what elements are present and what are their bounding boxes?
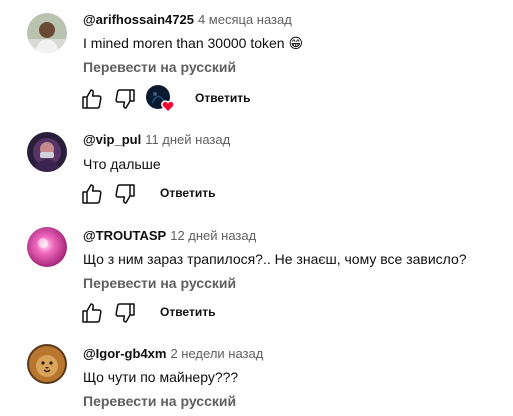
comment-header: @TROUTASP 12 дней назад xyxy=(83,228,256,243)
comment-text: Що з ним зараз трапилося?.. Не знаєш, чо… xyxy=(83,251,467,267)
translate-button[interactable]: Перевести на русский xyxy=(83,393,236,409)
reply-button[interactable]: Ответить xyxy=(195,91,250,105)
comment-text: I mined moren than 30000 token 😁 xyxy=(83,35,303,52)
avatar[interactable] xyxy=(27,13,67,53)
creator-heart-icon xyxy=(146,85,175,114)
timestamp[interactable]: 12 дней назад xyxy=(170,228,256,243)
dislike-button[interactable] xyxy=(113,87,137,111)
thumb-up-icon xyxy=(82,89,102,109)
timestamp[interactable]: 2 недели назад xyxy=(170,346,263,361)
translate-button[interactable]: Перевести на русский xyxy=(83,275,236,291)
thumb-down-icon xyxy=(115,89,135,109)
author-name[interactable]: @TROUTASP xyxy=(83,228,166,243)
creator-heart[interactable] xyxy=(146,85,176,114)
timestamp[interactable]: 11 дней назад xyxy=(145,132,230,147)
thumb-up-icon xyxy=(82,303,102,323)
comment-text-body: I mined moren than 30000 token xyxy=(83,35,285,51)
timestamp[interactable]: 4 месяца назад xyxy=(198,12,292,27)
comment-header: @arifhossain4725 4 месяца назад xyxy=(83,12,292,27)
comment-header: @vip_pul 11 дней назад xyxy=(83,132,230,147)
author-name[interactable]: @arifhossain4725 xyxy=(83,12,194,27)
author-name[interactable]: @Igor-gb4xm xyxy=(83,346,166,361)
like-button[interactable] xyxy=(80,182,104,206)
avatar[interactable] xyxy=(27,132,67,172)
translate-button[interactable]: Перевести на русский xyxy=(83,59,236,75)
avatar[interactable] xyxy=(27,344,67,384)
dislike-button[interactable] xyxy=(113,301,137,325)
emoji-icon: 😁 xyxy=(288,35,304,51)
comment-text: Що чути по майнеру??? xyxy=(83,369,239,385)
comment-header: @Igor-gb4xm 2 недели назад xyxy=(83,346,263,361)
comment-text: Что дальше xyxy=(83,156,161,172)
like-button[interactable] xyxy=(80,87,104,111)
thumb-down-icon xyxy=(115,303,135,323)
reply-button[interactable]: Ответить xyxy=(160,305,215,319)
reply-button[interactable]: Ответить xyxy=(160,186,215,200)
author-name[interactable]: @vip_pul xyxy=(83,132,141,147)
like-button[interactable] xyxy=(80,301,104,325)
thumb-up-icon xyxy=(82,184,102,204)
thumb-down-icon xyxy=(115,184,135,204)
dislike-button[interactable] xyxy=(113,182,137,206)
avatar[interactable] xyxy=(27,227,67,267)
